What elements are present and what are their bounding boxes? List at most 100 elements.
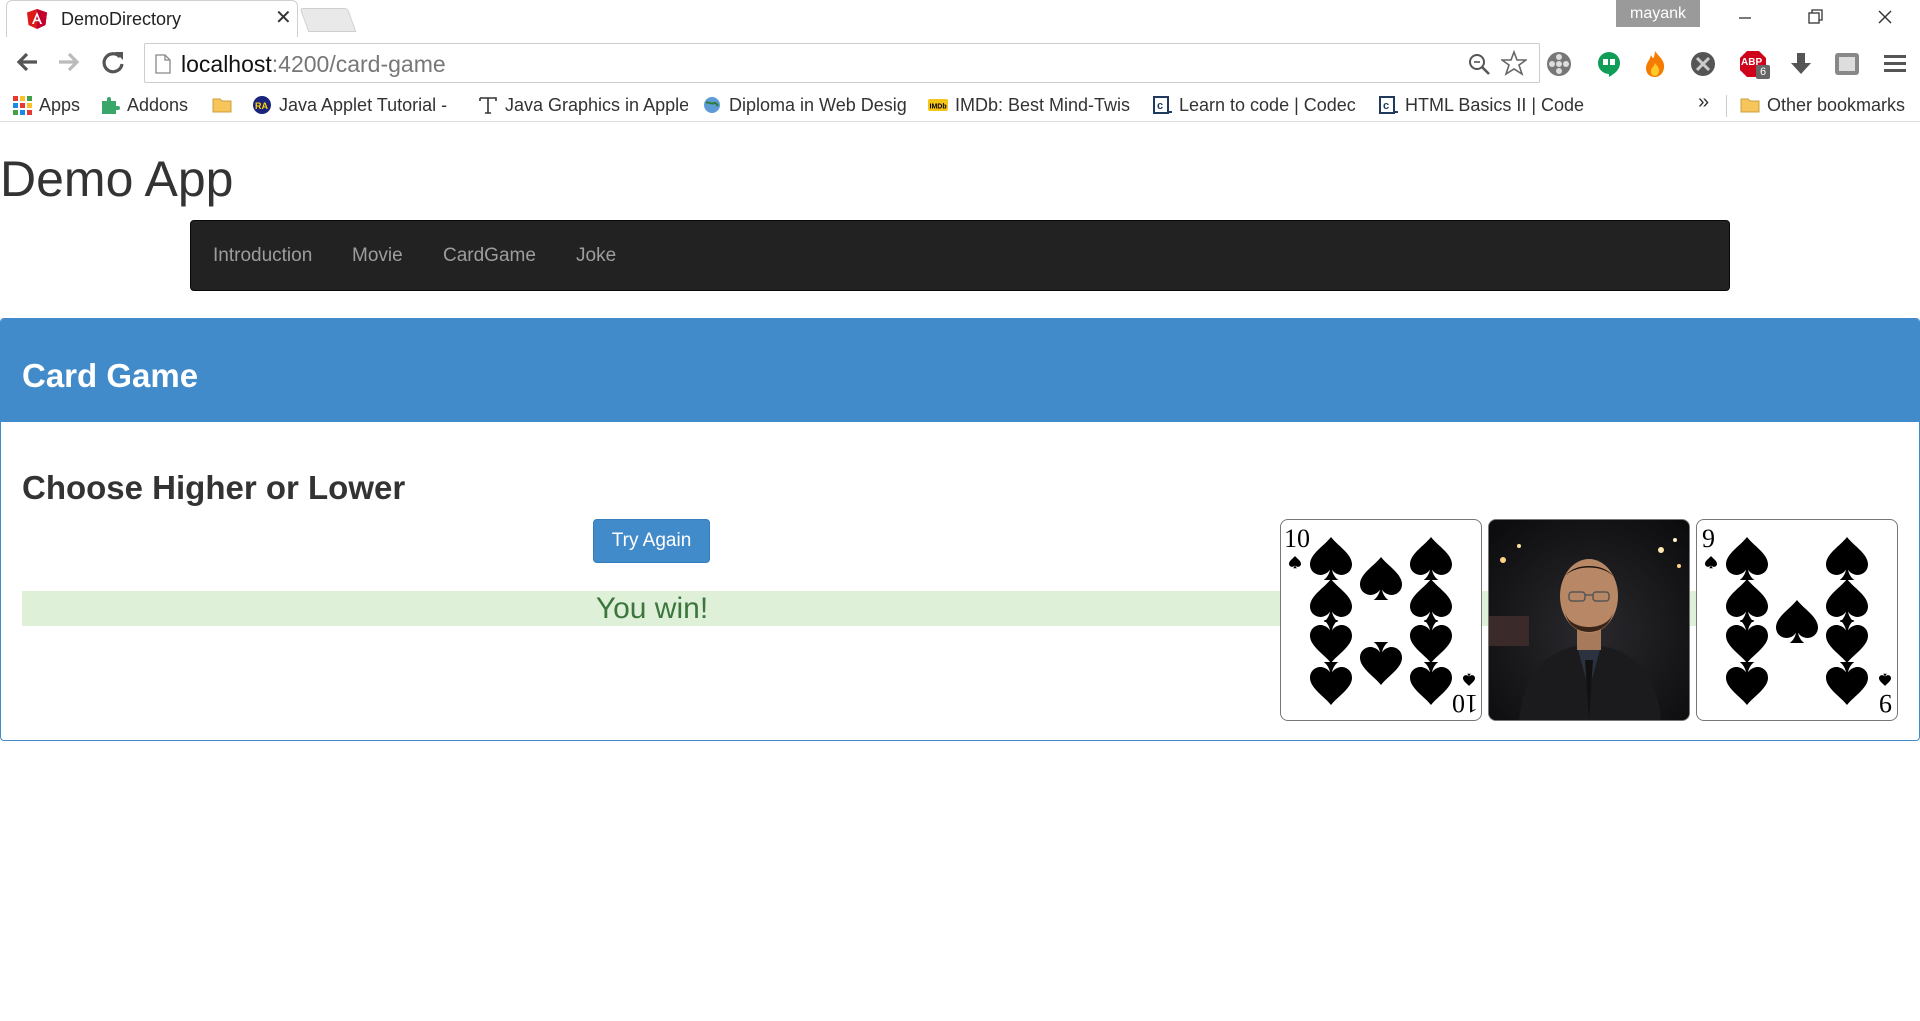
person-photo-image <box>1489 520 1689 720</box>
window-close-icon[interactable] <box>1850 0 1920 36</box>
playing-card-nine-of-spades: 9 9 <box>1696 519 1898 721</box>
restore-icon[interactable] <box>1780 0 1850 36</box>
spade-pip-icon <box>1310 619 1352 663</box>
card-back-photo <box>1488 519 1690 721</box>
spade-pip-icon <box>1776 600 1818 644</box>
nav-link-movie[interactable]: Movie <box>352 245 403 267</box>
browser-tab-active[interactable]: DemoDirectory ✕ <box>6 0 298 37</box>
spade-pip-icon <box>1826 619 1868 663</box>
zoom-magnifier-icon[interactable] <box>1467 52 1491 76</box>
url-text: localhost:4200/card-game <box>181 51 446 78</box>
result-message: You win! <box>595 592 709 625</box>
spade-pip-icon <box>1410 661 1452 705</box>
globe-icon <box>704 97 720 113</box>
download-extension-icon[interactable] <box>1786 49 1816 79</box>
bookmarks-overflow-chevron-icon[interactable]: » <box>1698 91 1709 114</box>
shield-extension-icon[interactable] <box>1688 49 1718 79</box>
app-title: Demo App <box>0 151 234 207</box>
bookmark-label: Learn to code | Codec <box>1179 94 1356 115</box>
codecademy-icon: c <box>1153 96 1172 114</box>
page-icon <box>155 54 171 74</box>
folder-icon <box>212 98 232 113</box>
spade-pip-icon <box>1726 579 1768 623</box>
bookmark-java-applet[interactable]: RA Java Applet Tutorial - <box>252 93 460 117</box>
folder-icon <box>1740 98 1760 113</box>
bookmarks-bar: Apps Addons RA Java Applet Tutorial - Ja… <box>0 89 1920 122</box>
film-reel-extension-icon[interactable] <box>1544 49 1574 79</box>
bookmark-label: HTML Basics II | Code <box>1405 94 1585 115</box>
angular-favicon-icon <box>27 9 47 29</box>
spade-pip-icon <box>1826 661 1868 705</box>
try-again-button[interactable]: Try Again <box>593 519 710 563</box>
spade-pip-icon <box>1826 537 1868 581</box>
svg-text:c: c <box>1157 100 1163 112</box>
panel-heading: Card Game <box>1 319 1919 422</box>
bookmark-label: Apps <box>39 94 81 115</box>
bookmark-label: Java Graphics in Apple <box>505 94 688 115</box>
bookmark-apps[interactable]: Apps <box>12 93 92 117</box>
spade-pip-icon <box>1410 537 1452 581</box>
forward-arrow-icon[interactable] <box>52 45 86 79</box>
bookmark-label: Java Applet Tutorial - <box>279 94 448 115</box>
adblock-plus-extension-icon[interactable]: ABP 6 <box>1738 49 1770 79</box>
codecademy-icon: c <box>1379 96 1398 114</box>
svg-text:c: c <box>1383 100 1389 112</box>
extension-badge: 6 <box>1756 65 1770 79</box>
tab-strip: DemoDirectory ✕ mayank <box>0 0 1920 37</box>
bookmark-label: Diploma in Web Desig <box>729 94 907 115</box>
card-pips <box>1289 537 1475 705</box>
bookmark-codecademy-2[interactable]: c HTML Basics II | Code <box>1378 93 1586 117</box>
playing-card-ten-of-spades: 10 10 <box>1280 519 1482 721</box>
chrome-menu-icon[interactable] <box>1880 49 1910 79</box>
bookmark-star-icon[interactable] <box>1501 50 1527 76</box>
main-navbar: Introduction Movie CardGame Joke <box>190 220 1730 291</box>
bookmark-codecademy-1[interactable]: c Learn to code | Codec <box>1152 93 1358 117</box>
bookmark-imdb[interactable]: IMDb IMDb: Best Mind-Twis <box>928 93 1134 117</box>
game-instruction-heading: Choose Higher or Lower <box>22 469 406 506</box>
hangouts-extension-icon[interactable] <box>1594 49 1624 79</box>
spade-pip-icon <box>1310 579 1352 623</box>
nav-link-cardgame[interactable]: CardGame <box>443 245 536 267</box>
card-game-panel: Card Game Choose Higher or Lower Try Aga… <box>0 318 1920 741</box>
nav-link-joke[interactable]: Joke <box>576 245 616 267</box>
bookmark-other-bookmarks[interactable]: Other bookmarks <box>1740 93 1916 117</box>
profile-button[interactable]: mayank <box>1616 0 1700 27</box>
nav-link-introduction[interactable]: Introduction <box>213 245 312 267</box>
url-path: :4200/card-game <box>271 51 446 77</box>
bookmark-diploma[interactable]: Diploma in Web Desig <box>702 93 908 117</box>
spade-pip-icon <box>1726 537 1768 581</box>
ra-logo-icon: RA <box>253 96 271 114</box>
back-arrow-icon[interactable] <box>10 45 44 79</box>
imdb-icon: IMDb <box>928 99 948 111</box>
fire-extension-icon[interactable] <box>1640 49 1670 79</box>
apps-grid-icon <box>13 96 32 115</box>
bookmarks-divider <box>1726 95 1727 117</box>
bookmark-addons[interactable]: Addons <box>100 93 200 117</box>
bookmark-label: Addons <box>127 94 189 115</box>
minimize-icon[interactable] <box>1710 0 1780 36</box>
spade-pip-icon <box>1310 537 1352 581</box>
reload-icon[interactable] <box>96 45 130 79</box>
spade-pip-icon <box>1726 619 1768 663</box>
puzzle-icon <box>102 97 120 114</box>
bookmark-folder[interactable] <box>212 93 238 117</box>
svg-text:RA: RA <box>255 101 268 111</box>
bookmark-java-graphics[interactable]: Java Graphics in Apple <box>478 93 688 117</box>
address-bar[interactable]: localhost:4200/card-game <box>144 43 1540 83</box>
svg-text:IMDb: IMDb <box>930 104 947 111</box>
bookmark-label: IMDb: Best Mind-Twis <box>955 94 1131 115</box>
new-tab-button[interactable] <box>299 8 357 32</box>
panel-title: Card Game <box>22 357 199 394</box>
spade-pip-icon <box>1826 579 1868 623</box>
tab-title: DemoDirectory <box>61 9 182 29</box>
browser-toolbar: localhost:4200/card-game ABP 6 <box>0 37 1920 89</box>
url-host: localhost <box>181 51 272 77</box>
spade-pip-icon <box>1410 579 1452 623</box>
window-extension-icon[interactable] <box>1832 49 1862 79</box>
tab-close-icon[interactable]: ✕ <box>275 7 292 29</box>
bookmark-label: Other bookmarks <box>1767 94 1906 115</box>
card-pips <box>1705 537 1891 705</box>
spade-pip-icon <box>1726 661 1768 705</box>
spade-pip-icon <box>1410 619 1452 663</box>
typewriter-t-icon <box>479 97 497 114</box>
